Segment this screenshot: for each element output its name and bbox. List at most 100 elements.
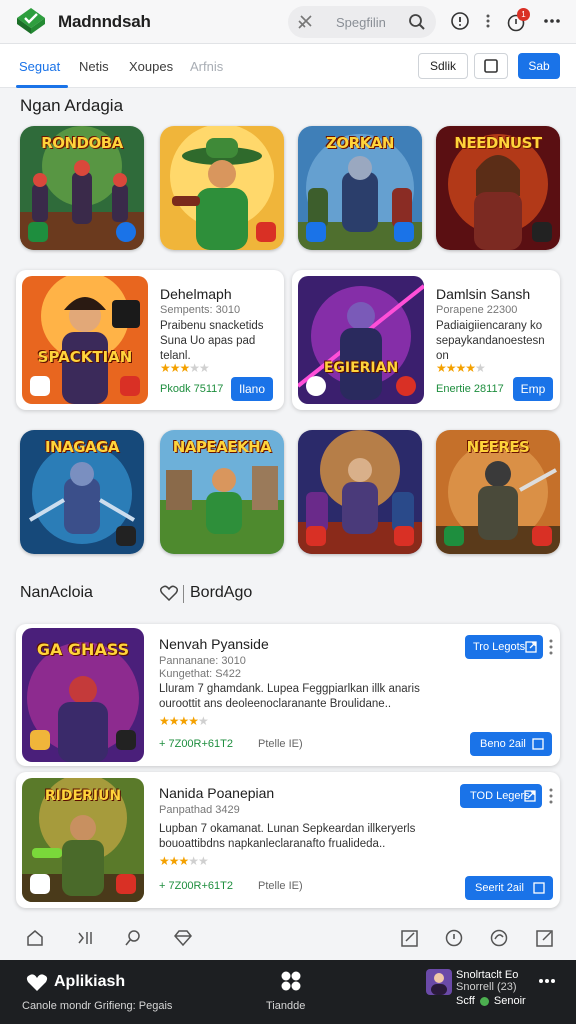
platform-badge (28, 222, 48, 242)
list-item-meta: Kungethat: S422 (159, 668, 241, 680)
user-avatar[interactable] (426, 969, 452, 995)
user-status-label: Scff (456, 995, 475, 1007)
notification-badge: 1 (517, 8, 530, 21)
external-link-icon[interactable] (535, 928, 555, 948)
game-tile[interactable]: NAPEAEKHA (160, 430, 284, 554)
list-item-size: Ptelle IE) (258, 880, 303, 892)
rating-stars: ★★★★★ (159, 714, 209, 728)
section-link[interactable]: BordAgo (190, 584, 252, 602)
feature-thumbnail: SPACKTIAN (22, 276, 148, 404)
tab-xoupes[interactable]: Xoupes (129, 59, 173, 74)
section-title-featured: Ngan Ardagia (20, 96, 124, 115)
open-icon (532, 738, 544, 750)
community-icon[interactable] (279, 970, 303, 992)
section-title-list: NanAcloia (20, 584, 93, 601)
more-vertical-icon[interactable] (482, 11, 494, 31)
search-input[interactable]: Spegfilin (336, 15, 386, 30)
list-item-name: Nanida Poanepian (159, 785, 275, 801)
feature-card[interactable]: EGIERIAN Damlsin Sansh Porapene 22300 Pa… (292, 270, 560, 410)
game-tile[interactable] (160, 126, 284, 250)
game-tile[interactable]: NEEDNUST (436, 126, 560, 250)
more-vertical-icon[interactable] (548, 638, 554, 656)
platform-badge (306, 376, 326, 396)
list-item[interactable]: RIDERIUN Nanida Poanepian Panpathad 3429… (16, 772, 560, 908)
list-thumbnail: GA GHASS (22, 628, 144, 762)
feature-name: Damlsin Sansh (436, 286, 531, 302)
store-badge (396, 376, 416, 396)
tab-netis[interactable]: Netis (79, 59, 109, 74)
open-icon (533, 882, 545, 894)
notifications-button[interactable]: 1 (506, 8, 530, 33)
store-badge (116, 526, 136, 546)
feature-thumb-title: EGIERIAN (323, 360, 399, 376)
game-tile[interactable]: ZORKAN (298, 126, 422, 250)
person-icon (431, 973, 447, 995)
list-item[interactable]: GA GHASS Nenvah Pyanside Pannanane: 3010… (16, 624, 560, 766)
game-tile[interactable]: INAGAGA (20, 430, 144, 554)
feature-name: Dehelmaph (160, 286, 232, 302)
list-action-button[interactable]: Beno 2ail (470, 732, 552, 756)
heart-icon[interactable] (26, 973, 48, 992)
list-item-price: + 7Z00R+61T2 (159, 880, 233, 892)
edit-icon[interactable] (400, 928, 420, 948)
feature-action-button[interactable]: Ilano (231, 377, 273, 401)
more-horizontal-icon[interactable] (538, 978, 556, 984)
game-tile-title: RONDOBA (41, 134, 123, 152)
feature-description: Padiaigiiencarany ko sepaykandanoestesn … (436, 320, 545, 362)
list-action-button[interactable]: Seerit 2ail (465, 876, 553, 900)
app-logo-icon[interactable] (16, 7, 46, 35)
game-tile[interactable]: RONDOBA (20, 126, 144, 250)
info-icon[interactable] (444, 928, 464, 948)
home-icon[interactable] (25, 928, 45, 948)
user-status-row: Scff Senoir (456, 995, 526, 1007)
game-tile-title: NAPEAEKHA (172, 438, 272, 456)
save-button[interactable]: Sab (518, 53, 560, 79)
store-badge (532, 526, 552, 546)
store-badge (256, 222, 276, 242)
store-badge (116, 874, 136, 894)
feature-price: Enertie 28117 (436, 383, 504, 395)
list-top-action-button[interactable]: TOD Legers (460, 784, 542, 808)
search-bar[interactable]: Spegfilin (288, 6, 436, 38)
list-top-action-button[interactable]: Tro Legots (465, 635, 543, 659)
tab-seguat[interactable]: Seguat (19, 59, 60, 74)
list-top-action-label: Tro Legots (473, 641, 526, 653)
feature-price: Pkodk 75117 (160, 383, 224, 395)
search-icon[interactable] (408, 13, 426, 31)
filter-button[interactable]: Sdlik (418, 53, 468, 79)
heart-icon[interactable] (160, 585, 178, 601)
game-tile-title: ZORKAN (326, 134, 394, 152)
feature-card[interactable]: SPACKTIAN Dehelmaph Sempents: 3010 Praib… (16, 270, 284, 410)
more-vertical-icon[interactable] (548, 787, 554, 805)
game-tile-title: NEERES (466, 438, 530, 456)
feature-description: Praibenu snacketids Suna Uo apas pad tel… (160, 320, 264, 362)
voice-search-icon[interactable] (296, 13, 314, 31)
library-icon[interactable] (76, 928, 96, 948)
more-horizontal-icon[interactable] (542, 11, 562, 31)
tab-arfnis[interactable]: Arfnis (190, 59, 223, 74)
list-thumb-title: RIDERIUN (44, 788, 122, 804)
game-tile-title: INAGAGA (44, 438, 120, 456)
feature-thumb-title: SPACKTIAN (37, 348, 133, 366)
online-indicator (479, 996, 489, 1006)
divider (183, 585, 184, 603)
rating-stars: ★★★★★ (159, 854, 209, 868)
info-icon[interactable] (450, 11, 470, 31)
external-link-icon (524, 790, 536, 802)
store-badge (116, 730, 136, 750)
diamond-icon[interactable] (173, 928, 193, 948)
user-name: Snolrtaclt Eo (456, 969, 519, 981)
game-tile[interactable]: NEERES (436, 430, 560, 554)
search-icon[interactable] (123, 928, 143, 948)
bottom-bar-center-label[interactable]: Tiandde (266, 1000, 305, 1012)
platform-badge (30, 730, 50, 750)
user-status-value: Senoir (493, 995, 526, 1007)
user-info: Snolrtaclt Eo Snorrell (23) Scff Senoir (456, 969, 526, 1007)
active-tab-indicator (16, 85, 68, 88)
game-tile[interactable] (298, 430, 422, 554)
feature-action-button[interactable]: Emp (513, 377, 553, 401)
view-toggle-button[interactable] (474, 53, 508, 79)
platform-badge (30, 376, 50, 396)
bottom-toolbar (0, 918, 576, 958)
sync-icon[interactable] (489, 928, 509, 948)
